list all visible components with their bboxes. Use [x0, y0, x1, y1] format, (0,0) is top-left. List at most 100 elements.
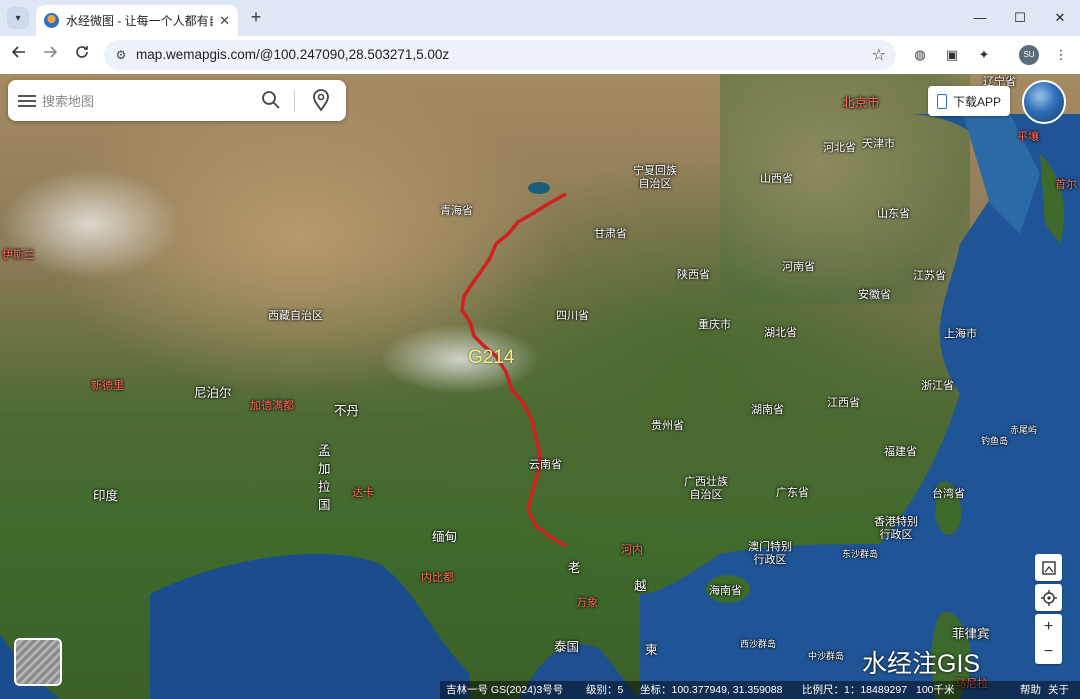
extensions-puzzle-icon[interactable]: ✦ — [974, 45, 994, 65]
place-label[interactable]: 西藏自治区 — [268, 310, 323, 323]
place-label[interactable]: 泰国 — [554, 640, 579, 654]
place-label-line: 国 — [318, 498, 331, 513]
place-label[interactable]: 贵州省 — [651, 420, 684, 433]
place-label[interactable]: 西沙群岛 — [740, 639, 776, 649]
my-location-button[interactable] — [1035, 584, 1062, 611]
place-label[interactable]: 菲律宾 — [952, 627, 990, 641]
place-label[interactable]: 广西壮族 自治区 — [684, 476, 728, 501]
close-window-icon[interactable]: ✕ — [1042, 6, 1078, 30]
place-label[interactable]: 达卡 — [352, 487, 374, 500]
place-label[interactable]: 云南省 — [529, 459, 562, 472]
place-label-line: 加 — [318, 462, 331, 477]
place-label[interactable]: 青海省 — [440, 205, 473, 218]
place-label[interactable]: 钓鱼岛 — [981, 436, 1008, 446]
url-text[interactable]: map.wemapgis.com/@100.247090,28.503271,5… — [136, 47, 449, 62]
place-label[interactable]: 中沙群岛 — [808, 651, 844, 661]
forward-button[interactable] — [38, 44, 62, 66]
hamburger-icon[interactable] — [18, 92, 36, 110]
place-label-line: 拉 — [318, 480, 331, 495]
place-label[interactable]: 台湾省 — [932, 488, 965, 501]
place-label[interactable]: 香港特别 行政区 — [874, 516, 918, 541]
tab-search-button[interactable]: ▾ — [7, 7, 29, 29]
globe-view-icon[interactable] — [1022, 80, 1066, 124]
maximize-icon[interactable]: ☐ — [1002, 6, 1038, 30]
place-label[interactable]: 广东省 — [776, 487, 809, 500]
new-tab-button[interactable]: + — [245, 7, 267, 29]
extension-box-icon[interactable]: ▣ — [942, 45, 962, 65]
place-label[interactable]: 江西省 — [827, 397, 860, 410]
place-label[interactable]: 赤尾屿 — [1010, 425, 1037, 435]
place-label-line: 行政区 — [753, 553, 787, 566]
minus-icon[interactable]: − — [1044, 639, 1053, 664]
profile-avatar[interactable]: SU — [1019, 45, 1039, 65]
extension-globe-icon[interactable]: ◍ — [910, 45, 930, 65]
kebab-menu-icon[interactable]: ⋮ — [1051, 45, 1071, 65]
locate-button[interactable] — [310, 88, 332, 112]
address-bar[interactable]: ⚙ map.wemapgis.com/@100.247090,28.503271… — [104, 40, 896, 70]
place-label[interactable]: 江苏省 — [913, 270, 946, 283]
place-label[interactable]: 平壤 — [1017, 131, 1039, 144]
place-label[interactable]: 孟加拉国 — [318, 442, 331, 515]
screenshot-button[interactable] — [1035, 554, 1062, 581]
download-app-button[interactable]: 下载APP — [928, 86, 1010, 116]
zoom-level: 级别：5 — [586, 684, 624, 696]
place-label[interactable]: 新德里 — [91, 380, 124, 393]
place-label[interactable]: 甘肃省 — [594, 228, 627, 241]
place-label[interactable]: 澳门特别 行政区 — [748, 541, 792, 566]
close-tab-icon[interactable]: ✕ — [219, 13, 230, 29]
place-label[interactable]: 越 — [634, 579, 647, 593]
place-label[interactable]: 福建省 — [884, 446, 917, 459]
browser-toolbar: ⚙ map.wemapgis.com/@100.247090,28.503271… — [0, 36, 1080, 74]
place-label[interactable]: 内比都 — [421, 572, 454, 585]
back-button[interactable] — [7, 44, 31, 66]
about-link[interactable]: 关于 — [1048, 681, 1069, 699]
place-label[interactable]: 上海市 — [944, 328, 977, 341]
help-link[interactable]: 帮助 — [1020, 681, 1041, 699]
place-label[interactable]: 柬 — [645, 643, 658, 657]
place-label[interactable]: 海南省 — [709, 585, 742, 598]
place-label[interactable]: 天津市 — [862, 138, 895, 151]
place-label[interactable]: 湖北省 — [764, 327, 797, 340]
place-label[interactable]: 北京市 — [842, 96, 880, 110]
plus-icon[interactable]: + — [1044, 614, 1053, 639]
place-label[interactable]: 重庆市 — [698, 319, 731, 332]
qinghai-lake — [528, 182, 550, 194]
place-label[interactable]: 陕西省 — [677, 269, 710, 282]
place-label[interactable]: 四川省 — [556, 310, 589, 323]
reload-icon — [76, 46, 88, 58]
map-canvas[interactable]: G214 北京市 辽宁省 河北省 天津市 平壤 宁夏回族 自治区 山西省 山东省 … — [0, 74, 1080, 699]
phone-icon — [937, 93, 947, 109]
place-label[interactable]: 尼泊尔 — [194, 386, 232, 400]
place-label[interactable]: 山东省 — [877, 208, 910, 221]
place-label[interactable]: 宁夏回族 自治区 — [633, 165, 677, 190]
search-input[interactable] — [42, 90, 252, 112]
place-label[interactable]: 缅甸 — [432, 530, 457, 544]
place-label[interactable]: 湖南省 — [751, 404, 784, 417]
place-label[interactable]: 河南省 — [782, 261, 815, 274]
place-label[interactable]: 加德满都 — [250, 400, 294, 413]
place-label-line: 香港特别 — [874, 516, 918, 528]
search-button[interactable] — [260, 89, 282, 111]
search-divider — [294, 90, 295, 112]
screenshot-icon — [1041, 560, 1056, 575]
snow-terrain — [0, 169, 180, 279]
place-label[interactable]: 河北省 — [823, 142, 856, 155]
place-label[interactable]: 伊斯兰 — [2, 249, 35, 262]
basemap-switch-button[interactable] — [14, 638, 62, 686]
place-label[interactable]: 首尔 — [1055, 179, 1077, 192]
site-info-icon[interactable]: ⚙ — [112, 46, 130, 64]
place-label-line: 自治区 — [689, 488, 723, 501]
place-label[interactable]: 不丹 — [334, 404, 359, 418]
place-label[interactable]: 万象 — [576, 597, 598, 610]
place-label[interactable]: 山西省 — [760, 173, 793, 186]
place-label[interactable]: 老 — [568, 561, 581, 575]
place-label[interactable]: 东沙群岛 — [842, 549, 878, 559]
place-label[interactable]: 安徽省 — [858, 289, 891, 302]
place-label[interactable]: 河内 — [621, 544, 643, 557]
bookmark-star-icon[interactable]: ☆ — [872, 45, 886, 65]
reload-button[interactable] — [70, 44, 94, 66]
minimize-icon[interactable]: — — [962, 6, 998, 30]
place-label[interactable]: 浙江省 — [921, 380, 954, 393]
place-label[interactable]: 印度 — [93, 489, 118, 503]
browser-tab[interactable]: 水经微图 - 让每一个人都有自己 ✕ — [36, 5, 238, 36]
